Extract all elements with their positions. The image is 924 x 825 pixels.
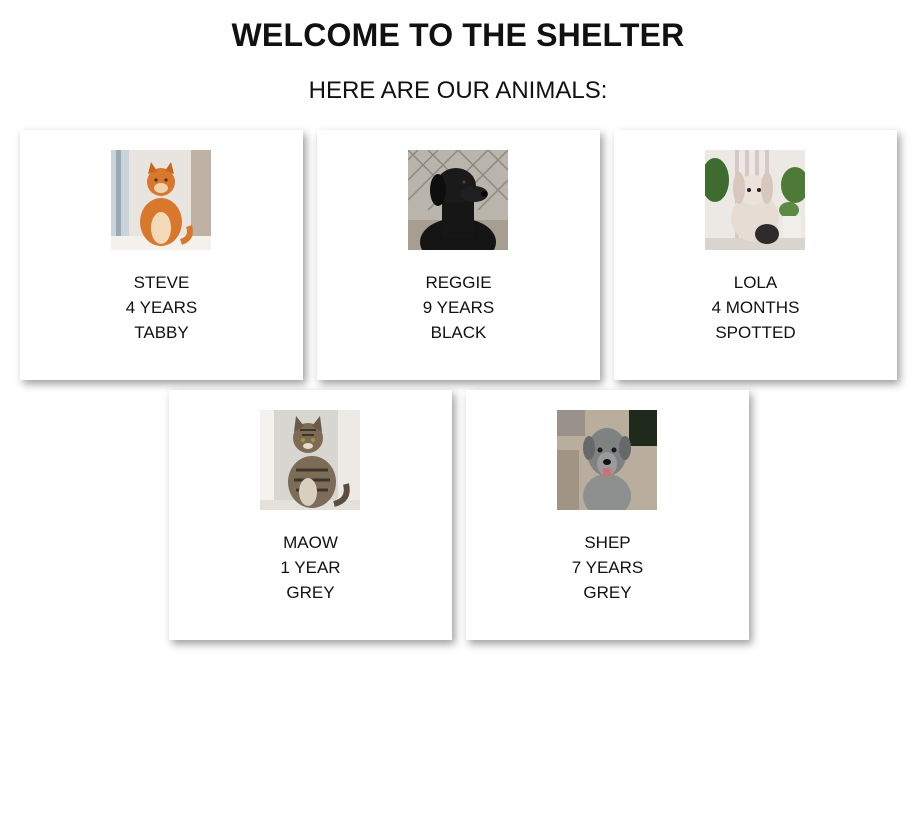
animal-color: SPOTTED bbox=[715, 323, 796, 342]
animal-age: 4 YEARS bbox=[125, 298, 198, 317]
animal-card-steve[interactable]: STEVE 4 YEARS TABBY bbox=[20, 130, 303, 380]
animal-name: REGGIE bbox=[425, 273, 492, 292]
animal-name: LOLA bbox=[733, 273, 778, 292]
animal-card-shep[interactable]: SHEP 7 YEARS GREY bbox=[466, 390, 749, 640]
animal-age: 7 YEARS bbox=[571, 558, 644, 577]
animal-name: SHEP bbox=[584, 533, 631, 552]
animal-name: STEVE bbox=[133, 273, 190, 292]
animal-card-maow[interactable]: MAOW 1 YEAR GREY bbox=[169, 390, 452, 640]
animal-age: 1 YEAR bbox=[280, 558, 341, 577]
page-subtitle: HERE ARE OUR ANIMALS: bbox=[308, 77, 608, 104]
animal-card-reggie[interactable]: REGGIE 9 YEARS BLACK bbox=[317, 130, 600, 380]
animal-color: TABBY bbox=[134, 323, 189, 342]
animal-name: MAOW bbox=[283, 533, 338, 552]
animal-card-lola[interactable]: LOLA 4 MONTHS SPOTTED bbox=[614, 130, 897, 380]
animal-color: GREY bbox=[286, 583, 335, 602]
grey-dog-photo bbox=[557, 410, 657, 510]
animal-age: 4 MONTHS bbox=[711, 298, 800, 317]
animal-age: 9 YEARS bbox=[422, 298, 495, 317]
black-dog-photo bbox=[408, 150, 508, 250]
tabby-cat-photo bbox=[260, 410, 360, 510]
orange-cat-photo bbox=[111, 150, 211, 250]
rabbit-photo bbox=[705, 150, 805, 250]
animal-color: GREY bbox=[583, 583, 632, 602]
animal-color: BLACK bbox=[430, 323, 487, 342]
page-title: WELCOME TO THE SHELTER bbox=[231, 17, 685, 53]
